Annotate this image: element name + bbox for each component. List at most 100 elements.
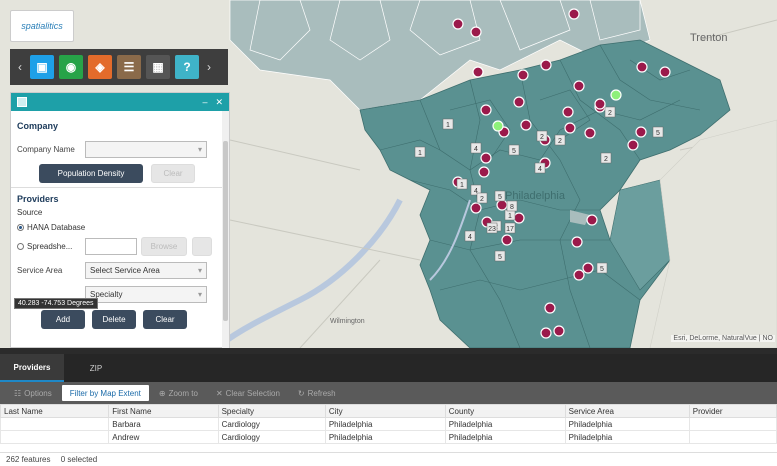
service-area-select[interactable]: Select Service Area ▾: [85, 261, 207, 279]
refresh-button[interactable]: ↻ Refresh: [290, 385, 344, 401]
chevron-left-icon[interactable]: ‹: [14, 60, 26, 74]
provider-marker[interactable]: [480, 104, 492, 116]
provider-marker[interactable]: [659, 66, 671, 78]
provider-marker[interactable]: [478, 166, 490, 178]
list-tool-button[interactable]: ☰: [117, 55, 141, 79]
provider-marker[interactable]: [635, 126, 647, 138]
cluster-badge[interactable]: 5: [596, 262, 608, 274]
provider-marker[interactable]: [513, 96, 525, 108]
cluster-badge[interactable]: 1: [456, 178, 468, 190]
hana-radio-row[interactable]: HANA Database: [17, 221, 223, 233]
table-row[interactable]: Andrew Cardiology Philadelphia Philadelphia…: [0, 430, 777, 444]
chevron-right-icon[interactable]: ›: [203, 60, 215, 74]
layers-tool-button[interactable]: ◈: [88, 55, 112, 79]
upload-button[interactable]: [192, 236, 212, 256]
provider-marker[interactable]: [571, 236, 583, 248]
cluster-badge[interactable]: 2: [604, 106, 616, 118]
provider-marker[interactable]: [568, 8, 580, 20]
column-header[interactable]: Provider: [688, 404, 777, 418]
specialty-select[interactable]: Specialty ▾: [85, 285, 207, 303]
cluster-badge[interactable]: 17: [504, 222, 516, 234]
cluster-badge[interactable]: 1: [504, 209, 516, 221]
table-row[interactable]: Barbara Cardiology Philadelphia Philadelphi…: [0, 417, 777, 431]
highlighted-marker[interactable]: [492, 120, 504, 132]
scrollbar-thumb[interactable]: [223, 141, 228, 321]
provider-marker[interactable]: [573, 269, 585, 281]
browse-button[interactable]: Browse: [141, 236, 187, 256]
provider-marker[interactable]: [540, 59, 552, 71]
cluster-count: 5: [498, 194, 502, 201]
provider-marker[interactable]: [584, 127, 596, 139]
signal-tool-button[interactable]: ◉: [59, 55, 83, 79]
column-header[interactable]: County: [444, 404, 566, 418]
population-density-button[interactable]: Population Density: [39, 163, 143, 183]
cluster-badge[interactable]: 1: [414, 146, 426, 158]
provider-marker[interactable]: [520, 119, 532, 131]
app-root: 114452224521251582172345 Trenton Philade…: [0, 0, 777, 466]
cluster-badge[interactable]: 2: [554, 134, 566, 146]
options-menu[interactable]: ☷ Options: [6, 385, 60, 401]
cluster-count: 5: [512, 148, 516, 155]
provider-marker[interactable]: [540, 327, 552, 339]
company-name-select[interactable]: ▾: [85, 140, 207, 158]
cluster-badge[interactable]: 23: [486, 222, 498, 234]
provider-marker[interactable]: [573, 80, 585, 92]
tab-zip[interactable]: ZIP: [64, 354, 128, 382]
providers-clear-button[interactable]: Clear: [143, 309, 187, 329]
zoom-to-button[interactable]: ⊕ Zoom to: [151, 385, 206, 401]
delete-button[interactable]: Delete: [92, 309, 136, 329]
provider-marker[interactable]: [553, 325, 565, 337]
cluster-badge[interactable]: 5: [508, 144, 520, 156]
grid-tool-button[interactable]: ▦: [146, 55, 170, 79]
add-button[interactable]: Add: [41, 309, 85, 329]
cluster-badge[interactable]: 5: [652, 126, 664, 138]
cluster-badge[interactable]: 2: [536, 130, 548, 142]
provider-marker[interactable]: [544, 302, 556, 314]
spreadsheet-radio[interactable]: [17, 242, 24, 250]
provider-marker[interactable]: [586, 214, 598, 226]
minimize-button[interactable]: –: [202, 97, 207, 108]
tab-providers[interactable]: Providers: [0, 354, 64, 382]
column-header[interactable]: First Name: [108, 404, 219, 418]
column-header[interactable]: Specialty: [217, 404, 326, 418]
provider-marker[interactable]: [472, 66, 484, 78]
provider-marker[interactable]: [562, 106, 574, 118]
column-header[interactable]: Last Name: [0, 404, 110, 418]
provider-marker[interactable]: [470, 202, 482, 214]
cluster-badge[interactable]: 5: [494, 190, 506, 202]
provider-marker[interactable]: [513, 212, 525, 224]
cluster-badge[interactable]: 8: [506, 200, 518, 212]
provider-marker[interactable]: [564, 122, 576, 134]
panel-scrollbar[interactable]: [222, 111, 229, 348]
cluster-badge[interactable]: 4: [470, 142, 482, 154]
help-tool-button[interactable]: ?: [175, 55, 199, 79]
provider-marker[interactable]: [480, 152, 492, 164]
provider-marker[interactable]: [594, 98, 606, 110]
provider-marker[interactable]: [501, 234, 513, 246]
provider-marker[interactable]: [627, 139, 639, 151]
provider-marker[interactable]: [636, 61, 648, 73]
map-tool-button[interactable]: ▣: [30, 55, 54, 79]
cluster-badge[interactable]: 1: [442, 118, 454, 130]
cluster-badge[interactable]: 2: [600, 152, 612, 164]
highlighted-marker[interactable]: [610, 89, 622, 101]
column-header[interactable]: Service Area: [564, 404, 690, 418]
provider-marker[interactable]: [582, 262, 594, 274]
provider-marker[interactable]: [452, 18, 464, 30]
hana-radio[interactable]: [17, 223, 24, 231]
cluster-badge[interactable]: 4: [534, 162, 546, 174]
spreadsheet-file-input[interactable]: [85, 237, 137, 255]
cluster-badge[interactable]: 4: [464, 230, 476, 242]
company-clear-button[interactable]: Clear: [151, 163, 195, 183]
clear-selection-button[interactable]: ✕ Clear Selection: [208, 385, 288, 401]
table-status-bar: 262 features 0 selected: [0, 452, 777, 466]
column-header[interactable]: City: [324, 404, 446, 418]
close-button[interactable]: ✕: [215, 97, 223, 108]
filter-by-extent-button[interactable]: Filter by Map Extent: [61, 385, 149, 401]
provider-marker[interactable]: [517, 69, 529, 81]
table-cell: [688, 417, 777, 431]
cluster-badge[interactable]: 5: [494, 250, 506, 262]
cluster-badge[interactable]: 2: [476, 192, 488, 204]
hana-label: HANA Database: [27, 222, 86, 232]
provider-marker[interactable]: [470, 26, 482, 38]
